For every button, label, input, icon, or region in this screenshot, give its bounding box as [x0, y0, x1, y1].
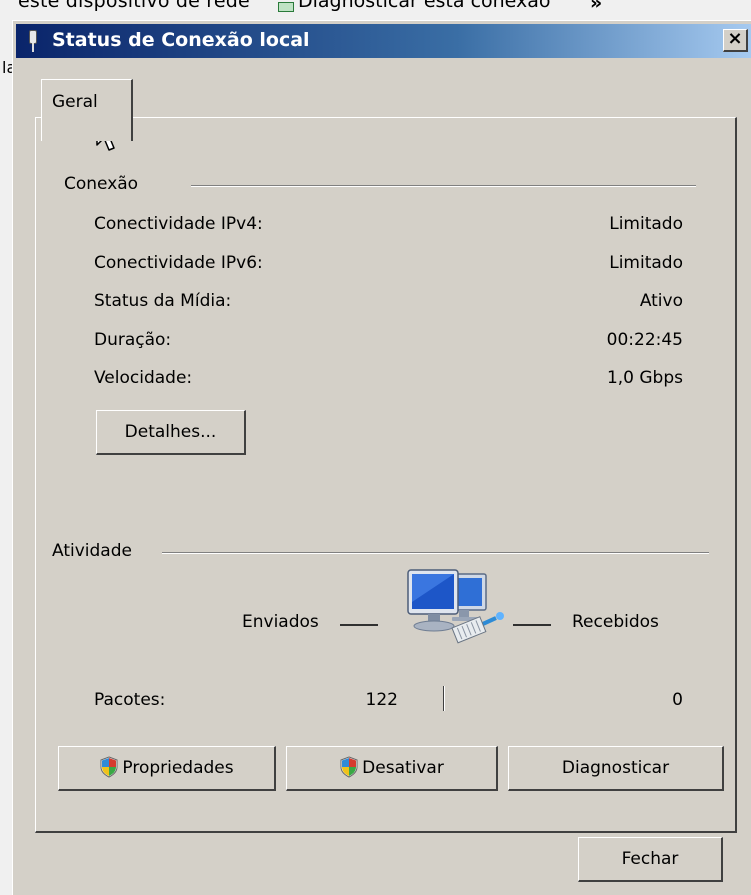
- ipv4-value: Limitado: [609, 214, 683, 234]
- background-window-toolbar: este dispositivo de rede Diagnosticar es…: [0, 0, 751, 22]
- packets-received-value: 0: [672, 690, 683, 710]
- media-status-label: Status da Mídia:: [94, 291, 232, 311]
- close-icon[interactable]: ×: [723, 29, 748, 52]
- background-text-left: este dispositivo de rede: [18, 0, 250, 12]
- network-plug-icon: [27, 30, 39, 52]
- duration-label: Duração:: [94, 330, 172, 350]
- properties-button[interactable]: Propriedades: [58, 746, 276, 791]
- media-status-value: Ativo: [639, 291, 683, 311]
- activity-group-divider: [162, 552, 709, 554]
- background-text-right: Diagnosticar esta conexão: [298, 0, 551, 12]
- packets-separator: [443, 686, 445, 711]
- packets-label: Pacotes:: [94, 690, 166, 710]
- speed-label: Velocidade:: [94, 368, 193, 388]
- title-bar[interactable]: Status de Conexão local ×: [16, 24, 751, 58]
- diagnose-button[interactable]: Diagnosticar: [508, 746, 724, 791]
- details-button[interactable]: Detalhes...: [96, 410, 246, 455]
- connection-group-title: Conexão: [64, 174, 139, 194]
- disable-button-label: Desativar: [362, 758, 444, 778]
- diagnose-icon: [278, 2, 294, 12]
- received-label: Recebidos: [572, 612, 659, 632]
- connection-group-divider: [191, 185, 696, 187]
- disable-button[interactable]: Desativar: [286, 746, 498, 791]
- close-button-label: Fechar: [621, 849, 679, 869]
- ipv6-label: Conectividade IPv6:: [94, 253, 263, 273]
- received-dash: [513, 624, 551, 626]
- uac-shield-icon: [340, 756, 358, 778]
- sent-label: Enviados: [242, 612, 319, 632]
- window-title: Status de Conexão local: [52, 29, 310, 51]
- speed-value: 1,0 Gbps: [606, 368, 683, 388]
- connection-status-dialog: Status de Conexão local × Geral Conexão …: [12, 20, 751, 895]
- ipv6-value: Limitado: [609, 253, 683, 273]
- sent-dash: [340, 624, 378, 626]
- diagnose-button-label: Diagnosticar: [561, 758, 670, 778]
- tab-geral[interactable]: Geral: [41, 79, 133, 141]
- properties-button-label: Propriedades: [122, 758, 234, 778]
- more-chevron-icon: »: [590, 0, 603, 14]
- activity-group-title: Atividade: [52, 541, 132, 561]
- packets-sent-value: 122: [365, 690, 398, 710]
- duration-value: 00:22:45: [606, 330, 683, 350]
- tab-panel-geral: Conexão Conectividade IPv4: Limitado Con…: [35, 117, 737, 833]
- network-computers-icon: [407, 569, 504, 644]
- uac-shield-icon: [100, 756, 118, 778]
- details-button-label: Detalhes...: [124, 422, 217, 442]
- ipv4-label: Conectividade IPv4:: [94, 214, 263, 234]
- tab-geral-label: Geral: [52, 92, 98, 112]
- close-button[interactable]: Fechar: [578, 837, 723, 882]
